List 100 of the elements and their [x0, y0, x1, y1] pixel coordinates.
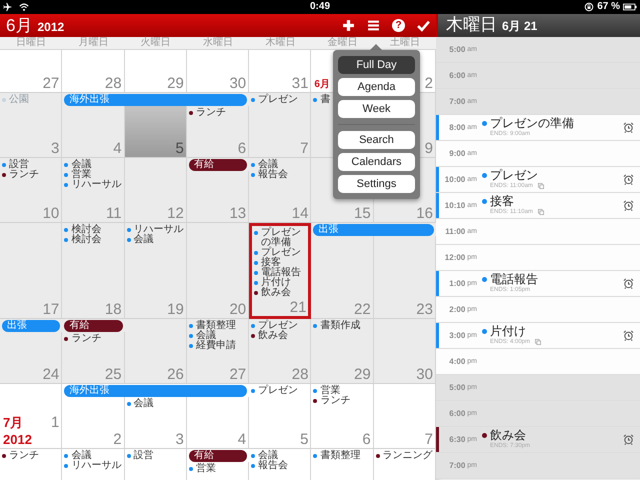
day-number: 23	[416, 302, 433, 317]
event-title[interactable]: 検討会	[71, 225, 102, 235]
event-title[interactable]: 飲み会	[261, 288, 292, 298]
slot-time: 10:10	[444, 201, 466, 210]
event-bar[interactable]: 有給	[64, 320, 123, 332]
slot-time: 8:00	[449, 123, 466, 132]
event-title[interactable]: 会議	[134, 399, 154, 409]
day-number: 10	[42, 206, 60, 221]
event-title[interactable]: 営業	[320, 386, 340, 396]
menu-item[interactable]: Week	[338, 100, 415, 118]
alarm-icon[interactable]	[623, 278, 634, 289]
day-number: 27	[42, 76, 60, 91]
event-title[interactable]: 片付け	[490, 325, 526, 338]
event-title[interactable]: 営業	[196, 464, 216, 474]
slot-time: 9:00	[449, 149, 466, 158]
event-title[interactable]: 設営	[134, 451, 154, 461]
event-title[interactable]: プレゼン	[258, 321, 298, 331]
event-title[interactable]: 電話報告	[261, 268, 302, 278]
event-title[interactable]: 書	[320, 95, 330, 105]
day-number: 7	[300, 141, 308, 156]
weekday-label: 日曜日	[16, 37, 46, 49]
clock-time: 0:49	[310, 1, 330, 13]
alarm-icon[interactable]	[623, 174, 634, 185]
menu-item[interactable]: Settings	[338, 175, 415, 193]
day-number: 25	[104, 367, 122, 382]
event-title[interactable]: 会議	[71, 451, 92, 461]
event-title[interactable]: 会議	[258, 451, 278, 461]
event-title[interactable]: 書類整理	[196, 321, 236, 331]
event-bar[interactable]: 有給	[188, 450, 248, 462]
day-cell[interactable]: 会議 報告会 14	[249, 158, 312, 223]
event-title[interactable]: プレゼン	[490, 169, 538, 182]
day-number: 31	[292, 76, 308, 91]
add-icon[interactable]	[342, 19, 355, 32]
event-title[interactable]: 設営	[9, 160, 29, 170]
event-title[interactable]: ランニング	[382, 451, 433, 461]
event-title[interactable]: プレゼンの準備	[261, 228, 308, 248]
day-number: 28	[292, 367, 308, 382]
slot-time: 5:00	[449, 383, 466, 392]
event-title[interactable]: 飲み会	[490, 429, 526, 442]
day-number: 2	[113, 432, 122, 447]
event-title[interactable]: ランチ	[71, 334, 102, 344]
event-title[interactable]: 営業	[71, 170, 92, 180]
event-title[interactable]: プレゼンの準備	[490, 117, 574, 130]
alarm-icon[interactable]	[623, 434, 634, 445]
menu-item[interactable]: Full Day	[338, 56, 415, 74]
alarm-icon[interactable]	[623, 330, 634, 341]
day-number: 24	[42, 367, 60, 382]
event-title[interactable]: リハーサル	[71, 180, 122, 190]
day-number: 4	[113, 141, 122, 156]
slot-time: 3:00	[449, 331, 466, 340]
event-title[interactable]: 書類作成	[320, 321, 360, 331]
day-number: 27	[229, 367, 246, 382]
event-title[interactable]: 書類整理	[320, 451, 360, 461]
weekday-label: 金曜日	[328, 37, 358, 49]
menu-icon[interactable]	[367, 19, 380, 32]
day-cell[interactable]: 書類整理	[311, 449, 374, 480]
menu-item[interactable]: Agenda	[338, 78, 415, 96]
event-title[interactable]: 片付け	[261, 278, 292, 288]
event-title[interactable]: 経費申請	[196, 341, 236, 351]
event-title[interactable]: 会議	[134, 235, 154, 245]
menu-item[interactable]: Search	[338, 131, 415, 149]
event-title[interactable]: 会議	[71, 160, 92, 170]
day-cell[interactable]: 会議 リハーサル	[62, 449, 125, 480]
event-title[interactable]: 報告会	[258, 170, 288, 180]
checkmark-icon[interactable]	[417, 19, 430, 32]
alarm-icon[interactable]	[623, 200, 634, 211]
event-bar[interactable]: 有給	[188, 159, 248, 171]
day-number: 13	[229, 206, 246, 221]
event-title[interactable]: 検討会	[71, 235, 102, 245]
event-title[interactable]: 飲み会	[258, 331, 288, 341]
menu-item[interactable]: Calendars	[338, 153, 415, 171]
day-number: 30	[416, 367, 433, 382]
event-title[interactable]: 報告会	[258, 461, 288, 471]
alarm-icon[interactable]	[623, 122, 634, 133]
weekday-label: 土曜日	[390, 37, 420, 49]
event-title[interactable]: 会議	[258, 160, 278, 170]
day-cell[interactable]: プレゼンの準備 プレゼン 接客 電話報告 片付け 飲み会 21	[249, 223, 312, 319]
event-title[interactable]: ランチ	[9, 451, 39, 461]
event-title[interactable]: プレゼン	[258, 95, 298, 105]
slot-time: 6:00	[449, 71, 466, 80]
day-cell[interactable]: 会議 報告会	[249, 449, 312, 480]
event-title[interactable]: リハーサル	[71, 461, 122, 471]
day-number: 17	[42, 302, 60, 317]
event-title[interactable]: ランチ	[196, 108, 226, 118]
event-title[interactable]: 電話報告	[490, 273, 538, 286]
weekday-label: 木曜日	[265, 37, 296, 49]
event-title[interactable]: リハーサル	[134, 225, 184, 235]
slot-time: 12:00	[444, 253, 466, 262]
day-cell[interactable]: ランチ	[0, 449, 62, 480]
event-title[interactable]: プレゼン	[261, 248, 302, 258]
event-title[interactable]: ランチ	[320, 396, 350, 406]
event-title[interactable]: プレゼン	[258, 386, 298, 396]
event-title[interactable]: 接客	[490, 195, 514, 208]
day-number: 16	[416, 206, 433, 221]
day-number: 12	[167, 206, 184, 221]
event-title[interactable]: ランチ	[9, 170, 39, 180]
day-cell[interactable]: 設営	[124, 449, 187, 480]
help-button[interactable]: ?	[392, 19, 405, 32]
event-title[interactable]: 接客	[261, 258, 282, 268]
event-title[interactable]: 会議	[196, 331, 216, 341]
